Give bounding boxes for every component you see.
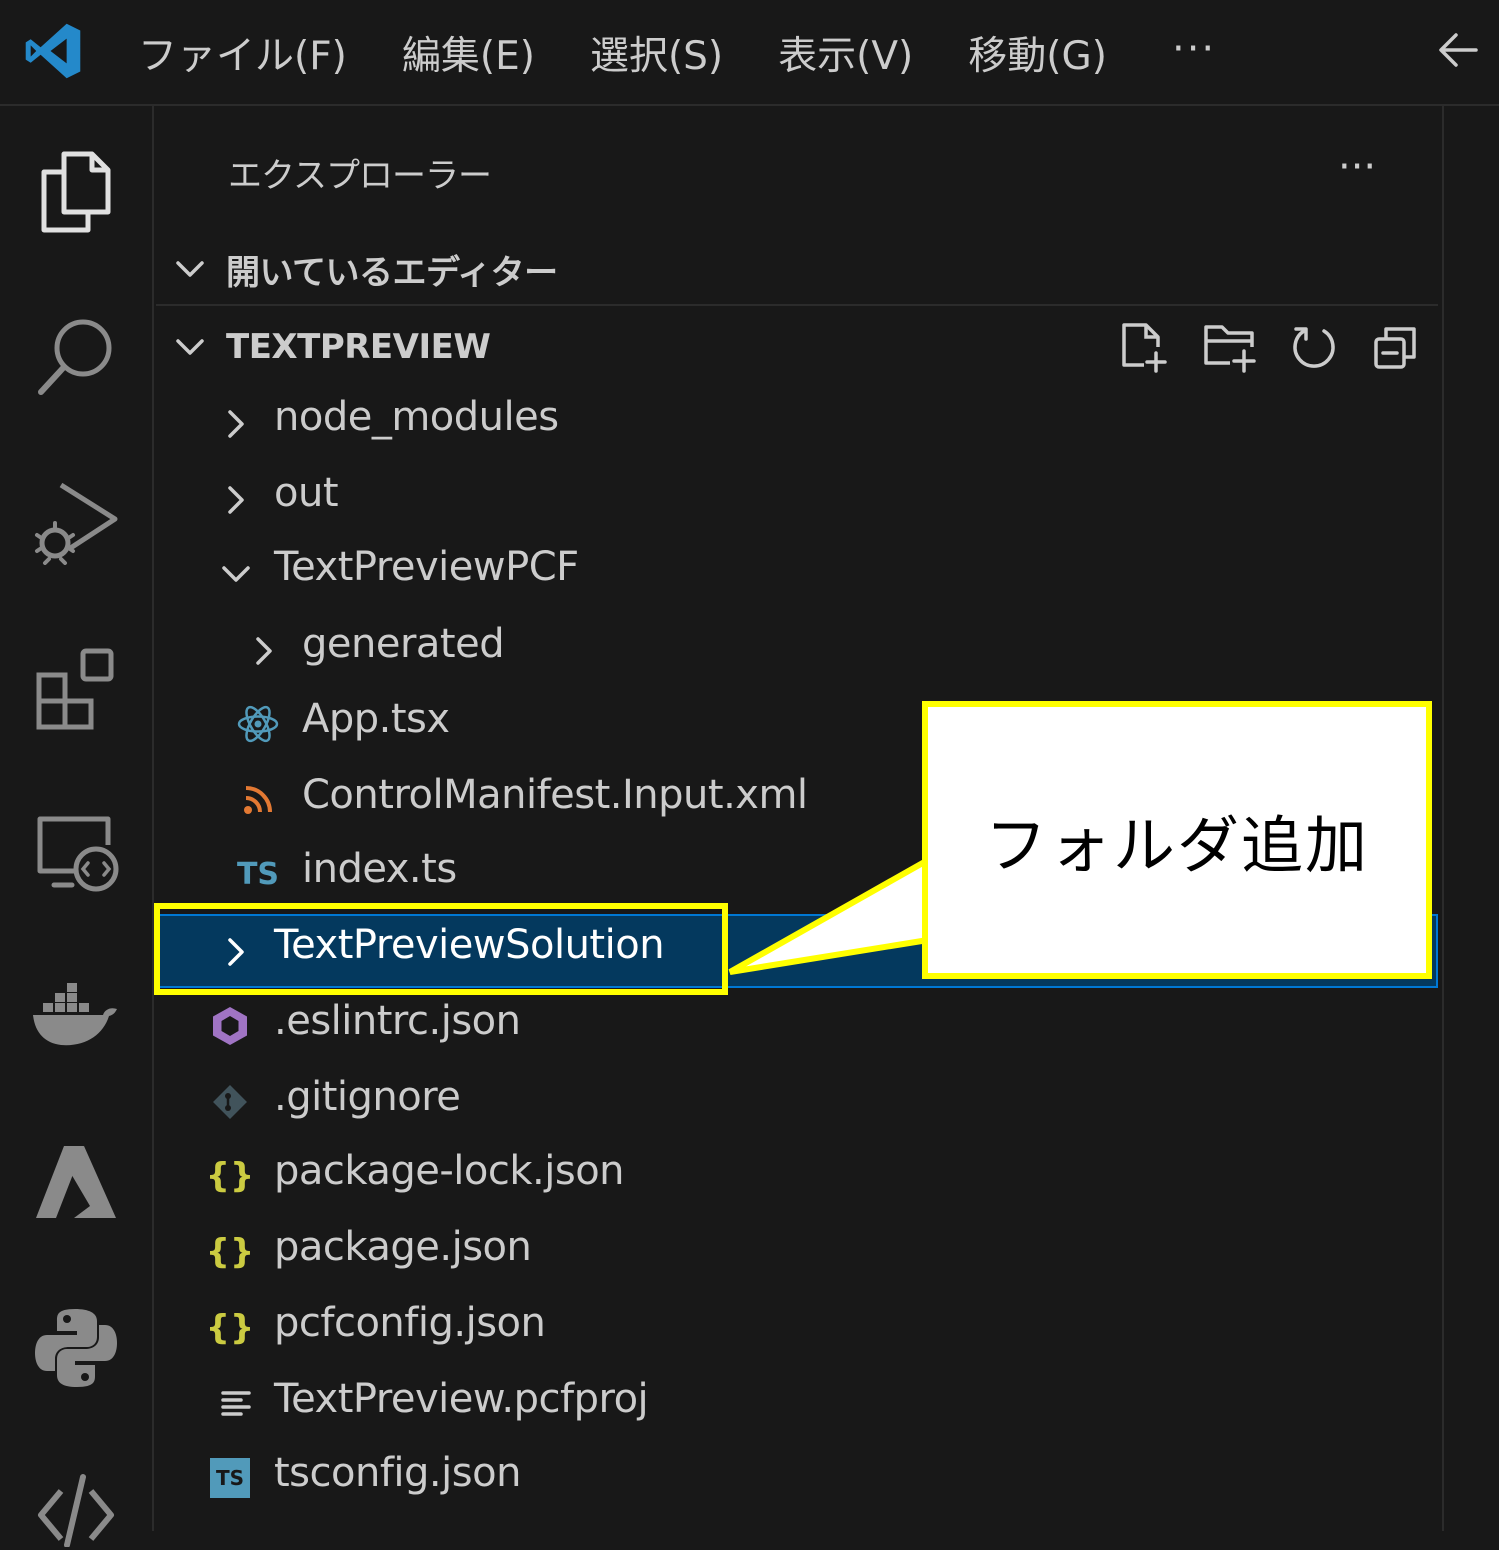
tree-item-label: App.tsx <box>302 696 450 742</box>
new-folder-icon[interactable] <box>1202 321 1256 373</box>
tree-file-pcfconfig[interactable]: {} pcfconfig.json <box>156 1292 1438 1366</box>
typescript-icon: TS <box>236 856 280 892</box>
chevron-right-icon <box>222 482 252 518</box>
tree-folder-node-modules[interactable]: node_modules <box>156 386 1438 460</box>
json-icon: {} <box>205 1308 255 1348</box>
docker-icon[interactable] <box>30 972 122 1064</box>
menu-selection[interactable]: 選択(S) <box>590 25 723 81</box>
remote-explorer-icon[interactable] <box>30 806 122 898</box>
tree-item-label: TextPreview.pcfproj <box>274 1376 649 1422</box>
tree-file-pcfproj[interactable]: TextPreview.pcfproj <box>156 1368 1438 1442</box>
menu-more-icon[interactable]: ··· <box>1172 26 1216 72</box>
project-section[interactable]: TEXTPREVIEW <box>156 314 1436 380</box>
tree-item-label: index.ts <box>302 846 457 892</box>
tree-item-label: tsconfig.json <box>274 1450 521 1496</box>
annotation-text: フォルダ追加 <box>984 809 1369 882</box>
eslint-icon <box>208 1004 252 1048</box>
sidebar-more-icon[interactable]: ··· <box>1338 144 1376 190</box>
menu-edit[interactable]: 編集(E) <box>402 25 535 81</box>
menu-file[interactable]: ファイル(F) <box>138 25 347 81</box>
chevron-down-icon <box>172 251 208 287</box>
ts-config-icon: TS <box>208 1456 252 1500</box>
chevron-down-icon <box>172 329 208 365</box>
tree-file-gitignore[interactable]: .gitignore <box>156 1066 1438 1140</box>
highlight-box <box>154 903 728 995</box>
explorer-icon[interactable] <box>30 146 122 238</box>
sidebar-title: エクスプローラー <box>228 156 492 196</box>
new-file-icon[interactable] <box>1118 321 1168 373</box>
python-icon[interactable] <box>30 1302 122 1394</box>
menu-bar: ファイル(F) 編集(E) 選択(S) 表示(V) 移動(G) <box>138 0 1162 106</box>
tree-file-tsconfig[interactable]: TS tsconfig.json <box>156 1442 1438 1516</box>
extensions-icon[interactable] <box>30 642 122 734</box>
chevron-right-icon <box>222 406 252 442</box>
react-icon <box>236 702 280 746</box>
tree-file-package-lock[interactable]: {} package-lock.json <box>156 1140 1438 1214</box>
tree-folder-generated[interactable]: generated <box>156 613 1438 687</box>
chevron-down-icon <box>218 556 254 592</box>
tree-item-label: node_modules <box>274 394 559 440</box>
explorer-actions <box>1118 321 1420 373</box>
tree-item-label: .eslintrc.json <box>274 998 521 1044</box>
refresh-icon[interactable] <box>1290 323 1338 371</box>
power-platform-icon[interactable] <box>30 1458 122 1550</box>
run-and-debug-icon[interactable] <box>30 476 122 568</box>
section-divider <box>156 304 1438 306</box>
vscode-logo-icon[interactable] <box>22 20 84 82</box>
tree-item-label: ControlManifest.Input.xml <box>302 772 808 818</box>
open-editors-section[interactable]: 開いているエディター <box>156 236 1436 302</box>
tree-item-label: pcfconfig.json <box>274 1300 546 1346</box>
tree-folder-out[interactable]: out <box>156 462 1438 536</box>
azure-icon[interactable] <box>30 1136 122 1228</box>
tree-item-label: package-lock.json <box>274 1148 625 1194</box>
project-label: TEXTPREVIEW <box>226 327 491 367</box>
search-icon[interactable] <box>30 310 122 402</box>
tree-item-label: TextPreviewPCF <box>274 544 579 590</box>
tree-item-label: package.json <box>274 1224 532 1270</box>
tree-folder-textpreviewpcf[interactable]: TextPreviewPCF <box>156 536 1438 610</box>
back-arrow-icon[interactable] <box>1434 26 1482 74</box>
open-editors-label: 開いているエディター <box>226 252 558 293</box>
git-icon <box>208 1080 252 1124</box>
tree-file-eslintrc[interactable]: .eslintrc.json <box>156 990 1438 1064</box>
title-bar: ファイル(F) 編集(E) 選択(S) 表示(V) 移動(G) ··· <box>0 0 1499 106</box>
tree-item-label: generated <box>302 621 505 667</box>
annotation-callout: フォルダ追加 <box>922 701 1432 979</box>
activity-bar <box>0 106 154 1547</box>
chevron-right-icon <box>250 633 280 669</box>
ts-config-badge: TS <box>210 1458 250 1498</box>
text-file-icon <box>214 1382 258 1426</box>
menu-go[interactable]: 移動(G) <box>968 25 1107 81</box>
json-icon: {} <box>205 1156 255 1196</box>
rss-xml-icon <box>236 778 280 822</box>
json-icon: {} <box>205 1232 255 1272</box>
sidebar-edge <box>1442 106 1444 1531</box>
collapse-all-icon[interactable] <box>1372 323 1420 371</box>
menu-view[interactable]: 表示(V) <box>778 25 913 81</box>
tree-item-label: .gitignore <box>274 1074 461 1120</box>
tree-item-label: out <box>274 470 339 516</box>
tree-file-package-json[interactable]: {} package.json <box>156 1216 1438 1290</box>
